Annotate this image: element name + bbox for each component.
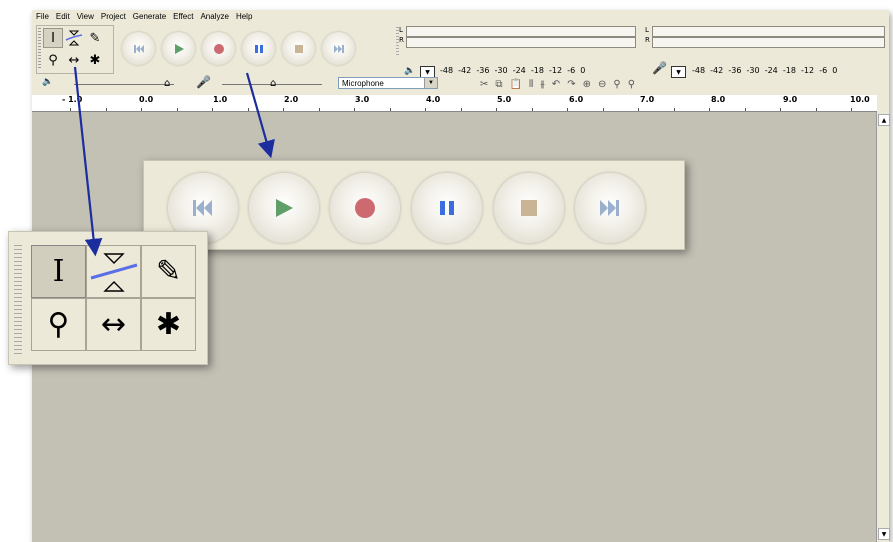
arrow-to-transport-zoom <box>245 72 275 159</box>
arrow-to-tools-zoom <box>73 66 103 257</box>
callout-arrows <box>73 66 275 257</box>
